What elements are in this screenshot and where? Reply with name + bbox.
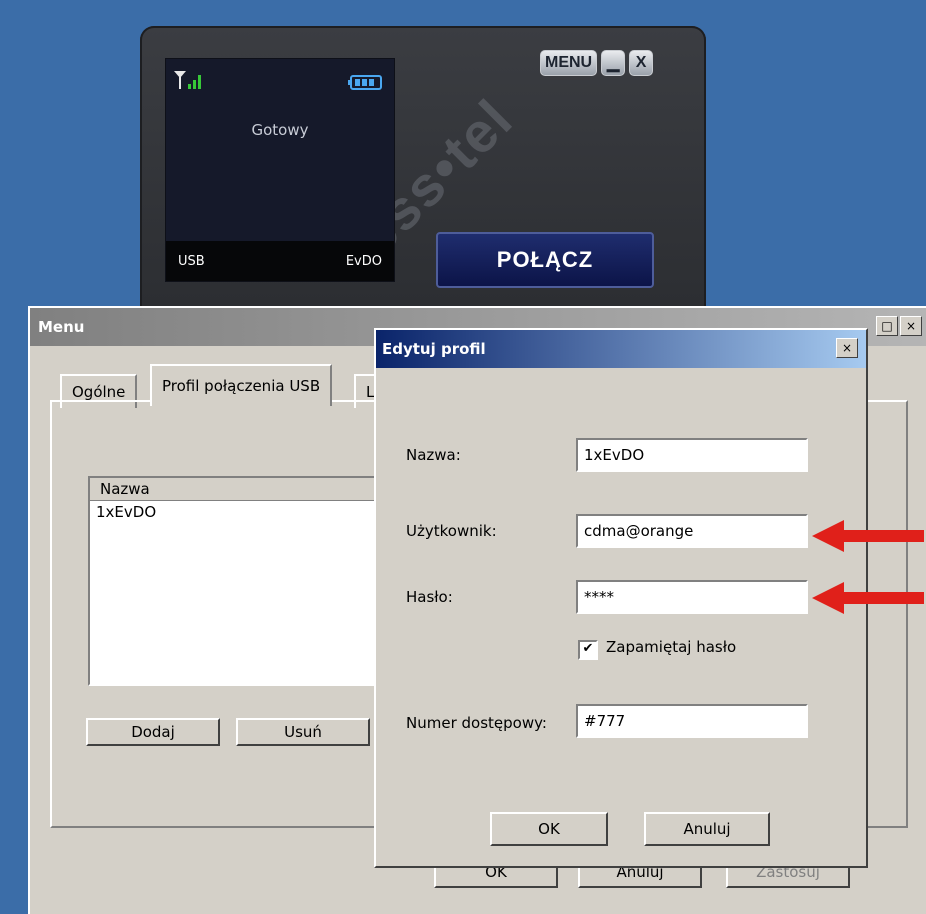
add-button[interactable]: Dodaj bbox=[86, 718, 220, 746]
port-label: USB bbox=[178, 253, 205, 269]
battery-icon bbox=[348, 75, 384, 95]
arrow-icon bbox=[812, 582, 924, 614]
edit-close-button[interactable]: × bbox=[836, 338, 858, 358]
arrow-icon bbox=[812, 520, 924, 552]
password-label: Hasło: bbox=[406, 588, 453, 606]
dialer-menu-button[interactable]: MENU bbox=[540, 50, 598, 76]
list-header-name[interactable]: Nazwa bbox=[90, 478, 410, 501]
tab-usb-profile[interactable]: Profil połączenia USB bbox=[150, 364, 333, 406]
edit-profile-dialog: Edytuj profil × Nazwa: 1xEvDO Użytkownik… bbox=[374, 328, 868, 868]
screen-footer: USB EvDO bbox=[166, 241, 394, 281]
remember-password-checkbox[interactable]: ✔ bbox=[578, 640, 598, 660]
user-label: Użytkownik: bbox=[406, 522, 497, 540]
status-screen: Gotowy USB EvDO bbox=[165, 58, 395, 282]
name-field[interactable]: 1xEvDO bbox=[576, 438, 808, 472]
password-field[interactable]: **** bbox=[576, 580, 808, 614]
dialer-window: xess•tel MENU ▁ X Gotowy USB EvDO POŁĄCZ bbox=[140, 26, 706, 326]
remember-password-label[interactable]: Zapamiętaj hasło bbox=[606, 638, 736, 656]
menu-close-button[interactable]: × bbox=[900, 316, 922, 336]
edit-ok-button[interactable]: OK bbox=[490, 812, 608, 846]
list-item[interactable]: 1xEvDO bbox=[90, 501, 410, 523]
edit-cancel-button[interactable]: Anuluj bbox=[644, 812, 770, 846]
maximize-button[interactable]: □ bbox=[876, 316, 898, 336]
menu-title-controls: □ × bbox=[876, 316, 922, 336]
connection-status: Gotowy bbox=[251, 121, 309, 139]
name-label: Nazwa: bbox=[406, 446, 461, 464]
number-label: Numer dostępowy: bbox=[406, 714, 547, 732]
edit-dialog-title: Edytuj profil bbox=[376, 330, 866, 368]
remove-button[interactable]: Usuń bbox=[236, 718, 370, 746]
dialer-minimize-button[interactable]: ▁ bbox=[601, 50, 626, 76]
number-field[interactable]: #777 bbox=[576, 704, 808, 738]
network-label: EvDO bbox=[345, 253, 382, 269]
connect-button[interactable]: POŁĄCZ bbox=[436, 232, 654, 288]
profile-list[interactable]: Nazwa 1xEvDO bbox=[88, 476, 412, 686]
dialer-controls: MENU ▁ X bbox=[540, 50, 654, 76]
dialer-close-button[interactable]: X bbox=[629, 50, 654, 76]
signal-icon bbox=[172, 69, 208, 95]
user-field[interactable]: cdma@orange bbox=[576, 514, 808, 548]
